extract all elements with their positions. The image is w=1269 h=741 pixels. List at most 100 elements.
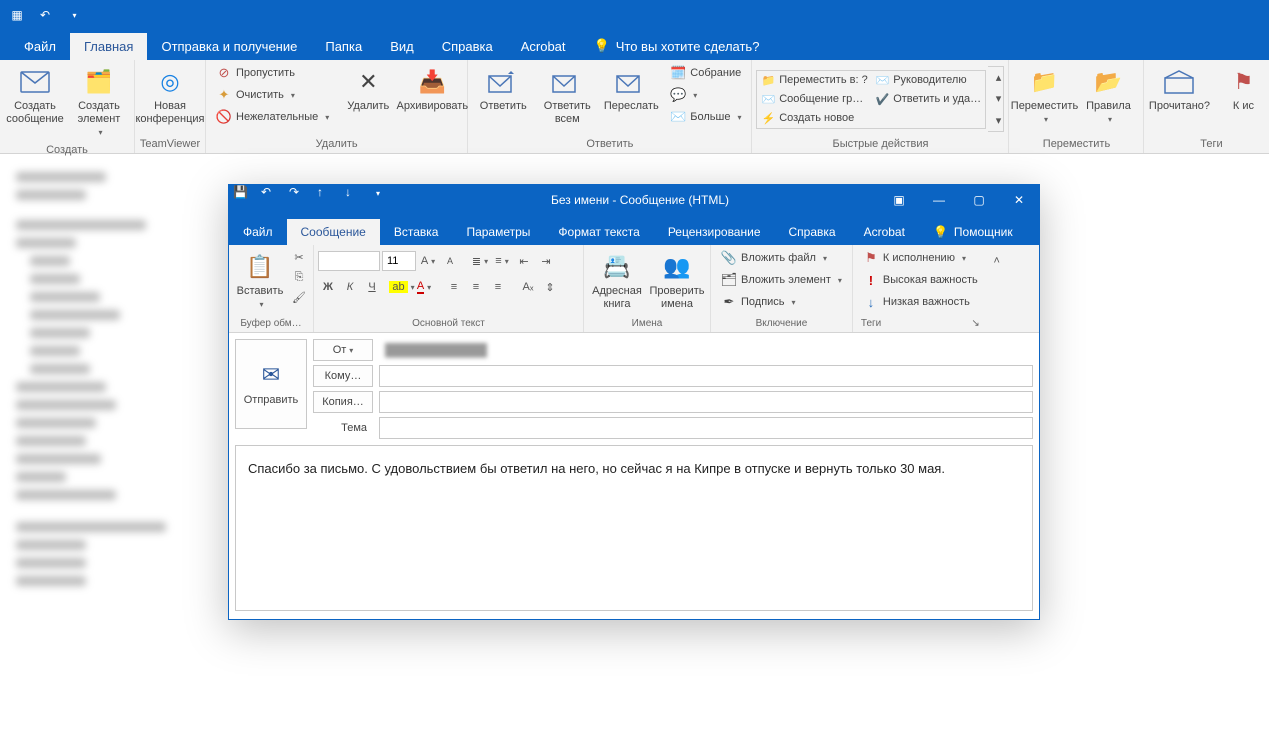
prev-button[interactable]: ↑ [317, 185, 345, 215]
numbering-button[interactable]: ≡ [492, 251, 512, 271]
compose-title-bar[interactable]: 💾 ↶ ↷ ↑ ↓ Без имени - Сообщение (HTML) ▣… [229, 185, 1039, 215]
bold-button[interactable]: Ж [318, 277, 338, 297]
reply-button[interactable]: Ответить [472, 62, 534, 117]
qs-reply-delete[interactable]: ✔️Ответить и уда… [871, 90, 985, 109]
compose-tab-help[interactable]: Справка [775, 219, 850, 245]
high-importance-button[interactable]: !Высокая важность [857, 269, 984, 291]
compose-tab-insert[interactable]: Вставка [380, 219, 453, 245]
cc-input[interactable] [379, 391, 1033, 413]
cut-button[interactable]: ✂ [289, 247, 309, 267]
align-left-button[interactable]: ≡ [444, 277, 464, 297]
tell-me-search[interactable]: 💡 Что вы хотите сделать? [580, 32, 774, 60]
address-book-button[interactable]: 📇Адресная книга [588, 247, 646, 315]
italic-button[interactable]: К [340, 277, 360, 297]
redo-compose-button[interactable]: ↷ [289, 185, 317, 215]
signature-button[interactable]: ✒Подпись [715, 291, 848, 313]
format-painter-button[interactable]: 🖌 [289, 287, 309, 307]
new-conference-button[interactable]: ◎ Новая конференция [139, 62, 201, 130]
tab-file[interactable]: Файл [10, 33, 70, 60]
undo-button[interactable]: ↶ [34, 4, 56, 26]
followup-main-button[interactable]: ⚑К ис [1212, 62, 1269, 117]
quick-steps-gallery[interactable]: 📁Переместить в: ? ✉️Руководителю ✉️Сообщ… [756, 70, 986, 129]
meeting-button[interactable]: 🗓️Собрание [664, 62, 747, 84]
archive-button[interactable]: 📥 Архивировать [401, 62, 463, 117]
tab-acrobat[interactable]: Acrobat [507, 33, 580, 60]
compose-tab-format[interactable]: Формат текста [544, 219, 653, 245]
clipboard-icon: 📋 [244, 251, 276, 283]
attach-file-button[interactable]: 📎Вложить файл [715, 247, 848, 269]
maximize-button[interactable]: ▢ [959, 185, 999, 215]
minimize-button[interactable]: — [919, 185, 959, 215]
compose-tab-acrobat[interactable]: Acrobat [850, 219, 919, 245]
compose-tab-message[interactable]: Сообщение [287, 219, 380, 245]
font-size-input[interactable] [382, 251, 416, 271]
ribbon-options-button[interactable]: ▣ [879, 185, 919, 215]
dialog-launcher-icon[interactable]: ↘ [971, 318, 979, 329]
forward-button[interactable]: Переслать [600, 62, 662, 117]
collapse-ribbon-button[interactable]: ˄ [988, 251, 1006, 271]
line-spacing-button[interactable]: ⇕ [540, 277, 560, 297]
qs-move-to[interactable]: 📁Переместить в: ? [757, 71, 871, 90]
new-message-button[interactable]: Создать сообщение [4, 62, 66, 130]
followup-button[interactable]: ⚑К исполнению [857, 247, 984, 269]
compose-tab-options[interactable]: Параметры [452, 219, 544, 245]
attach-item-button[interactable]: 🗂Вложить элемент [715, 269, 848, 291]
compose-tab-file[interactable]: Файл [229, 219, 287, 245]
to-input[interactable] [379, 365, 1033, 387]
tab-view[interactable]: Вид [376, 33, 428, 60]
qs-down-button[interactable]: ▾ [988, 88, 1008, 109]
shrink-font-button[interactable]: A [440, 251, 460, 271]
grow-font-button[interactable]: A [418, 251, 438, 271]
close-button[interactable]: ✕ [999, 185, 1039, 215]
im-button[interactable]: 💬 [664, 84, 747, 106]
highlight-button[interactable]: ab [392, 277, 412, 297]
qat-compose-customize[interactable] [373, 185, 401, 215]
rules-button[interactable]: 📂Правила [1077, 62, 1139, 129]
compose-tab-review[interactable]: Рецензирование [654, 219, 775, 245]
qat-customize[interactable] [62, 4, 84, 26]
junk-icon: 🚫 [216, 109, 232, 125]
subject-input[interactable] [379, 417, 1033, 439]
reply-all-button[interactable]: Ответить всем [536, 62, 598, 130]
read-unread-button[interactable]: Прочитано? [1148, 62, 1210, 117]
qs-to-manager[interactable]: ✉️Руководителю [871, 71, 985, 90]
tab-folder[interactable]: Папка [311, 33, 376, 60]
align-right-button[interactable]: ≡ [488, 277, 508, 297]
move-button[interactable]: 📁Переместить [1013, 62, 1075, 129]
font-color-button[interactable]: A [414, 277, 434, 297]
to-button[interactable]: Кому… [313, 365, 373, 387]
ignore-button[interactable]: ⊘Пропустить [210, 62, 335, 84]
junk-button[interactable]: 🚫Нежелательные [210, 106, 335, 128]
align-center-button[interactable]: ≡ [466, 277, 486, 297]
tab-help[interactable]: Справка [428, 33, 507, 60]
tell-me-compose[interactable]: 💡 Помощник [919, 219, 1027, 245]
check-names-button[interactable]: 👥Проверить имена [648, 247, 706, 315]
undo-compose-button[interactable]: ↶ [261, 185, 289, 215]
tab-send-receive[interactable]: Отправка и получение [147, 33, 311, 60]
more-respond-button[interactable]: ✉️Больше [664, 106, 747, 128]
qs-team-email[interactable]: ✉️Сообщение гр… [757, 90, 871, 109]
cc-button[interactable]: Копия… [313, 391, 373, 413]
delete-icon: ✕ [352, 66, 384, 98]
copy-button[interactable]: ⎘ [289, 267, 309, 287]
qs-create-new[interactable]: ⚡Создать новое [757, 109, 871, 128]
from-button[interactable]: От [313, 339, 373, 361]
outdent-button[interactable]: ⇤ [514, 251, 534, 271]
clean-button[interactable]: ✦Очистить [210, 84, 335, 106]
send-button[interactable]: ✉ Отправить [235, 339, 307, 429]
paste-button[interactable]: 📋 Вставить [233, 247, 287, 314]
font-name-input[interactable] [318, 251, 380, 271]
new-items-button[interactable]: 🗂️ Создать элемент [68, 62, 130, 142]
message-body[interactable]: Спасибо за письмо. С удовольствием бы от… [235, 445, 1033, 611]
bullets-button[interactable]: ≣ [470, 251, 490, 271]
save-button[interactable]: 💾 [233, 185, 261, 215]
indent-button[interactable]: ⇥ [536, 251, 556, 271]
low-importance-button[interactable]: ↓Низкая важность [857, 291, 984, 313]
qs-more-button[interactable]: ▾ [988, 110, 1008, 131]
underline-button[interactable]: Ч [362, 277, 382, 297]
clear-format-button[interactable]: Aₓ [518, 277, 538, 297]
next-button[interactable]: ↓ [345, 185, 373, 215]
delete-button[interactable]: ✕ Удалить [337, 62, 399, 117]
qs-up-button[interactable]: ▴ [988, 67, 1008, 88]
tab-home[interactable]: Главная [70, 33, 147, 60]
